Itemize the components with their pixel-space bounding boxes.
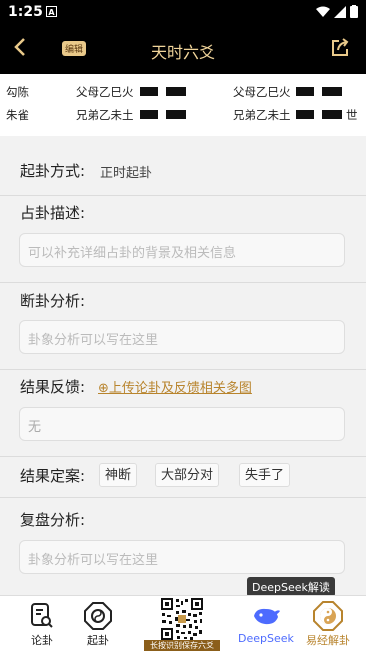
table-row: 勾陈 父母乙巳火 父母乙巳火: [0, 84, 366, 104]
qr-code[interactable]: 长按识别保存六爻: [144, 596, 220, 653]
description-label: 占卦描述:: [20, 204, 86, 222]
page-title: 天时六爻: [150, 43, 215, 62]
divider: [0, 282, 366, 283]
app-header: 编辑 天时六爻: [0, 26, 366, 74]
divider: [0, 195, 366, 196]
yao-line: [140, 84, 186, 98]
document-search-icon: [12, 600, 72, 632]
yao-line: [296, 84, 342, 98]
liushen-label: 朱雀: [6, 108, 29, 122]
yao-table: ▔▔ 勾陈 父母乙巳火 父母乙巳火 朱雀 兄弟乙未土 兄弟乙未土 世: [0, 74, 366, 136]
bottom-tab-bar: 论卦 起卦 长按识别保存六爻 DeepSeek 易经解卦: [0, 595, 366, 653]
verdict-option-accurate[interactable]: 神断: [99, 463, 138, 487]
upload-images-link[interactable]: ⊕上传论卦及反馈相关多图: [98, 377, 252, 396]
deepseek-tooltip[interactable]: DeepSeek解读: [247, 577, 335, 597]
battery-icon: [350, 5, 358, 18]
signal-icon: [334, 5, 346, 18]
yao-label: 父母乙巳火: [233, 85, 291, 99]
cropped-cell: ▔▔: [6, 74, 24, 80]
description-input[interactable]: 可以补充详细占卦的背景及相关信息: [19, 233, 345, 267]
taiji-icon: [298, 600, 358, 632]
feedback-input[interactable]: 无: [19, 407, 345, 441]
tab-label: 易经解卦: [306, 634, 350, 647]
review-input[interactable]: 卦象分析可以写在这里: [19, 540, 345, 574]
method-label: 起卦方式:: [20, 162, 86, 180]
tab-deepseek[interactable]: DeepSeek: [236, 600, 296, 645]
yao-label: 兄弟乙未土: [233, 108, 291, 122]
divider: [0, 369, 366, 370]
tab-label: 起卦: [87, 634, 109, 647]
wifi-icon: [316, 6, 330, 17]
shi-marker: 世: [346, 108, 358, 122]
status-bar: 1:25 A: [0, 0, 366, 26]
tab-yijing[interactable]: 易经解卦: [298, 600, 358, 648]
deepseek-whale-icon: [236, 600, 296, 632]
liushen-label: 勾陈: [6, 85, 29, 99]
yao-label: 兄弟乙未土: [76, 108, 134, 122]
divider: [0, 456, 366, 457]
table-row: 朱雀 兄弟乙未土 兄弟乙未土 世: [0, 107, 366, 127]
method-value: 正时起卦: [100, 166, 153, 181]
feedback-label: 结果反馈:: [20, 378, 86, 396]
status-icons: [316, 5, 358, 18]
bagua-icon: [68, 600, 128, 632]
yao-label: 父母乙巳火: [76, 85, 134, 99]
analysis-label: 断卦分析:: [20, 292, 86, 310]
share-icon[interactable]: [330, 38, 350, 62]
analysis-input[interactable]: 卦象分析可以写在这里: [19, 320, 345, 354]
tab-label: 论卦: [31, 634, 53, 647]
verdict-option-missed[interactable]: 失手了: [239, 463, 291, 487]
qr-code-icon: [160, 597, 204, 641]
yao-line: [140, 107, 186, 121]
tab-label: DeepSeek: [238, 632, 294, 645]
divider: [0, 497, 366, 498]
review-label: 复盘分析:: [20, 511, 86, 529]
tab-discuss[interactable]: 论卦: [12, 600, 72, 648]
verdict-label: 结果定案:: [20, 467, 86, 485]
verdict-option-mostly-right[interactable]: 大部分对: [155, 463, 220, 487]
yao-line: [296, 107, 342, 121]
tab-cast[interactable]: 起卦: [68, 600, 128, 648]
qr-caption: 长按识别保存六爻: [144, 640, 220, 651]
notification-icon: A: [46, 6, 57, 17]
clock: 1:25: [8, 4, 43, 20]
